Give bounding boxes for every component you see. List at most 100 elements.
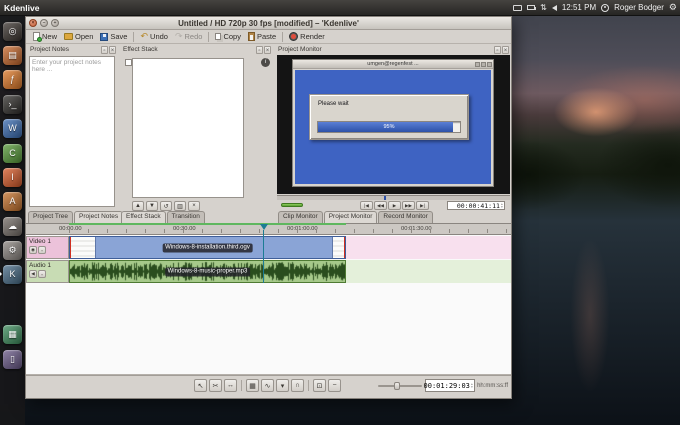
calc-icon[interactable]: C (3, 143, 22, 163)
writer-icon[interactable]: W (3, 119, 22, 139)
timeline-zone-bar[interactable] (69, 223, 346, 225)
panel-float-button[interactable]: ▫ (256, 45, 263, 54)
software-center-icon[interactable]: A (3, 192, 22, 212)
vm-title-text: umgen@regenfest ... (367, 61, 419, 67)
monitor-controls: |◀ ◀◀ ▶ ▶▶ ▶| 00:00:41:11 ▴ ▾ (276, 201, 511, 210)
forward-button[interactable]: ▶▶ (402, 201, 415, 210)
kdenlive-icon[interactable]: K (0, 265, 22, 285)
tab-project-notes[interactable]: Project Notes (74, 211, 124, 223)
monitor-seekbar[interactable] (277, 195, 510, 200)
menubar-app-name[interactable]: Kdenlive (4, 3, 39, 13)
effect-enable-checkbox[interactable] (125, 59, 132, 66)
track-lock-icon[interactable]: ▫ (38, 270, 46, 278)
window-close-button[interactable]: × (29, 19, 37, 27)
playhead-marker[interactable] (260, 224, 268, 230)
go-start-button[interactable]: |◀ (360, 201, 373, 210)
zoom-slider[interactable] (378, 382, 422, 390)
panel-float-button[interactable]: ▫ (494, 45, 501, 54)
panel-close-button[interactable]: × (109, 45, 116, 54)
track-hide-icon[interactable]: ◉ (29, 246, 37, 254)
rewind-button[interactable]: ◀◀ (374, 201, 387, 210)
zoom-out-button[interactable]: − (328, 379, 341, 392)
zoom-slider-handle[interactable] (394, 382, 400, 390)
user-icon (601, 3, 610, 12)
select-tool-button[interactable]: ↖ (194, 379, 207, 392)
window-titlebar[interactable]: × – + Untitled / HD 720p 30 fps [modifie… (26, 17, 511, 30)
files-icon[interactable]: ▤ (3, 46, 22, 66)
effect-list[interactable] (132, 58, 244, 198)
razor-tool-button[interactable]: ✂ (209, 379, 222, 392)
ubuntu-one-icon-glyph: ☁ (8, 220, 17, 231)
video-thumbnails-button[interactable]: ▦ (246, 379, 259, 392)
workspace-switcher-icon[interactable]: ▦ (3, 325, 22, 345)
timeline-timecode[interactable]: 00:01:29:03 ▴ ▾ (424, 379, 475, 392)
tab-clip-monitor[interactable]: Clip Monitor (278, 211, 323, 223)
clip-name-label: Windows-8-installation.third.ogv (162, 243, 253, 252)
markers-button[interactable]: ▾ (276, 379, 289, 392)
effect-stack-panel: Effect Stack ▫ × i ▲ ▼ ↺ ▥ × (121, 44, 273, 211)
timecode-spinner[interactable]: ▴ ▾ (501, 202, 503, 209)
render-button[interactable]: Render (286, 31, 328, 43)
track-lock-icon[interactable]: ▫ (38, 246, 46, 254)
panel-float-button[interactable]: ▫ (101, 45, 108, 54)
terminal-icon[interactable]: ›_ (3, 94, 22, 114)
project-notes-input[interactable] (29, 56, 115, 207)
video-track-header[interactable]: Video 1 ◉ ▫ (26, 236, 69, 259)
session-menu-icon[interactable]: ⚙ (669, 3, 677, 12)
track-mute-icon[interactable]: ◀ (29, 270, 37, 278)
window-minimize-button[interactable]: – (40, 19, 48, 27)
save-button[interactable]: Save (97, 31, 130, 43)
undo-button[interactable]: ↶ Undo (137, 31, 170, 43)
tab-record-monitor[interactable]: Record Monitor (378, 211, 433, 223)
user-menu[interactable]: Roger Bodger (614, 3, 664, 12)
new-button[interactable]: New (30, 31, 60, 43)
vm-window-buttons (475, 61, 492, 67)
vm-desktop: Please wait 95% (295, 70, 491, 184)
panel-close-button[interactable]: × (502, 45, 509, 54)
keyboard-indicator-icon[interactable] (513, 4, 523, 11)
terminal-icon-glyph: ›_ (8, 98, 17, 109)
tab-project-monitor[interactable]: Project Monitor (323, 211, 378, 223)
toolbar-separator (308, 380, 309, 391)
audio-track-header[interactable]: Audio 1 ◀ ▫ (26, 260, 69, 283)
impress-icon[interactable]: I (3, 167, 22, 187)
info-icon[interactable]: i (261, 58, 270, 67)
ruler-label: 00:30.00 (173, 226, 196, 232)
project-notes-panel: Project Notes ▫ × (28, 44, 118, 210)
audio-thumbnails-button[interactable]: ∿ (261, 379, 274, 392)
play-button[interactable]: ▶ (388, 201, 401, 210)
toolbar-separator (241, 380, 242, 391)
ubuntu-one-icon[interactable]: ☁ (3, 216, 22, 236)
timecode-spinner[interactable]: ▴ ▾ (471, 382, 473, 389)
network-icon[interactable]: ⇅ (540, 3, 547, 12)
battery-icon[interactable] (527, 5, 537, 10)
monitor-position-marker[interactable] (384, 196, 387, 200)
redo-button[interactable]: ↷ Redo (172, 31, 205, 43)
system-settings-icon[interactable]: ⚙ (3, 241, 22, 261)
open-button[interactable]: Open (61, 31, 96, 43)
audio-clip[interactable]: Windows-8-music-proper.mp3 (69, 260, 346, 283)
tab-effect-stack[interactable]: Effect Stack (121, 211, 166, 223)
monitor-timecode[interactable]: 00:00:41:11 ▴ ▾ (447, 201, 505, 210)
panel-title: Effect Stack (123, 46, 158, 53)
panel-close-button[interactable]: × (264, 45, 271, 54)
tab-transition[interactable]: Transition (166, 211, 205, 223)
monitor-display[interactable]: umgen@regenfest ... Please wait 95% (277, 55, 510, 194)
spacer-tool-button[interactable]: ↔ (224, 379, 237, 392)
monitor-zoombar[interactable] (281, 203, 303, 207)
volume-icon[interactable] (551, 4, 557, 11)
dash-home-icon[interactable]: ◎ (3, 21, 22, 41)
clock[interactable]: 12:51 PM (562, 3, 596, 12)
tab-project-tree[interactable]: Project Tree (28, 211, 74, 223)
window-maximize-button[interactable]: + (51, 19, 59, 27)
copy-button[interactable]: Copy (212, 31, 244, 43)
snap-button[interactable]: ∩ (291, 379, 304, 392)
zoom-fit-button[interactable]: ⊡ (313, 379, 326, 392)
render-icon (289, 32, 299, 41)
go-end-button[interactable]: ▶| (416, 201, 429, 210)
trash-icon[interactable]: ▯ (3, 349, 22, 369)
paste-button[interactable]: Paste (245, 31, 279, 43)
dock-tabs: Project Tree Project Notes Effect Stack … (26, 210, 511, 223)
video-clip[interactable]: Windows-8-installation.third.ogv (69, 236, 346, 259)
firefox-icon[interactable]: ƒ (3, 70, 22, 90)
